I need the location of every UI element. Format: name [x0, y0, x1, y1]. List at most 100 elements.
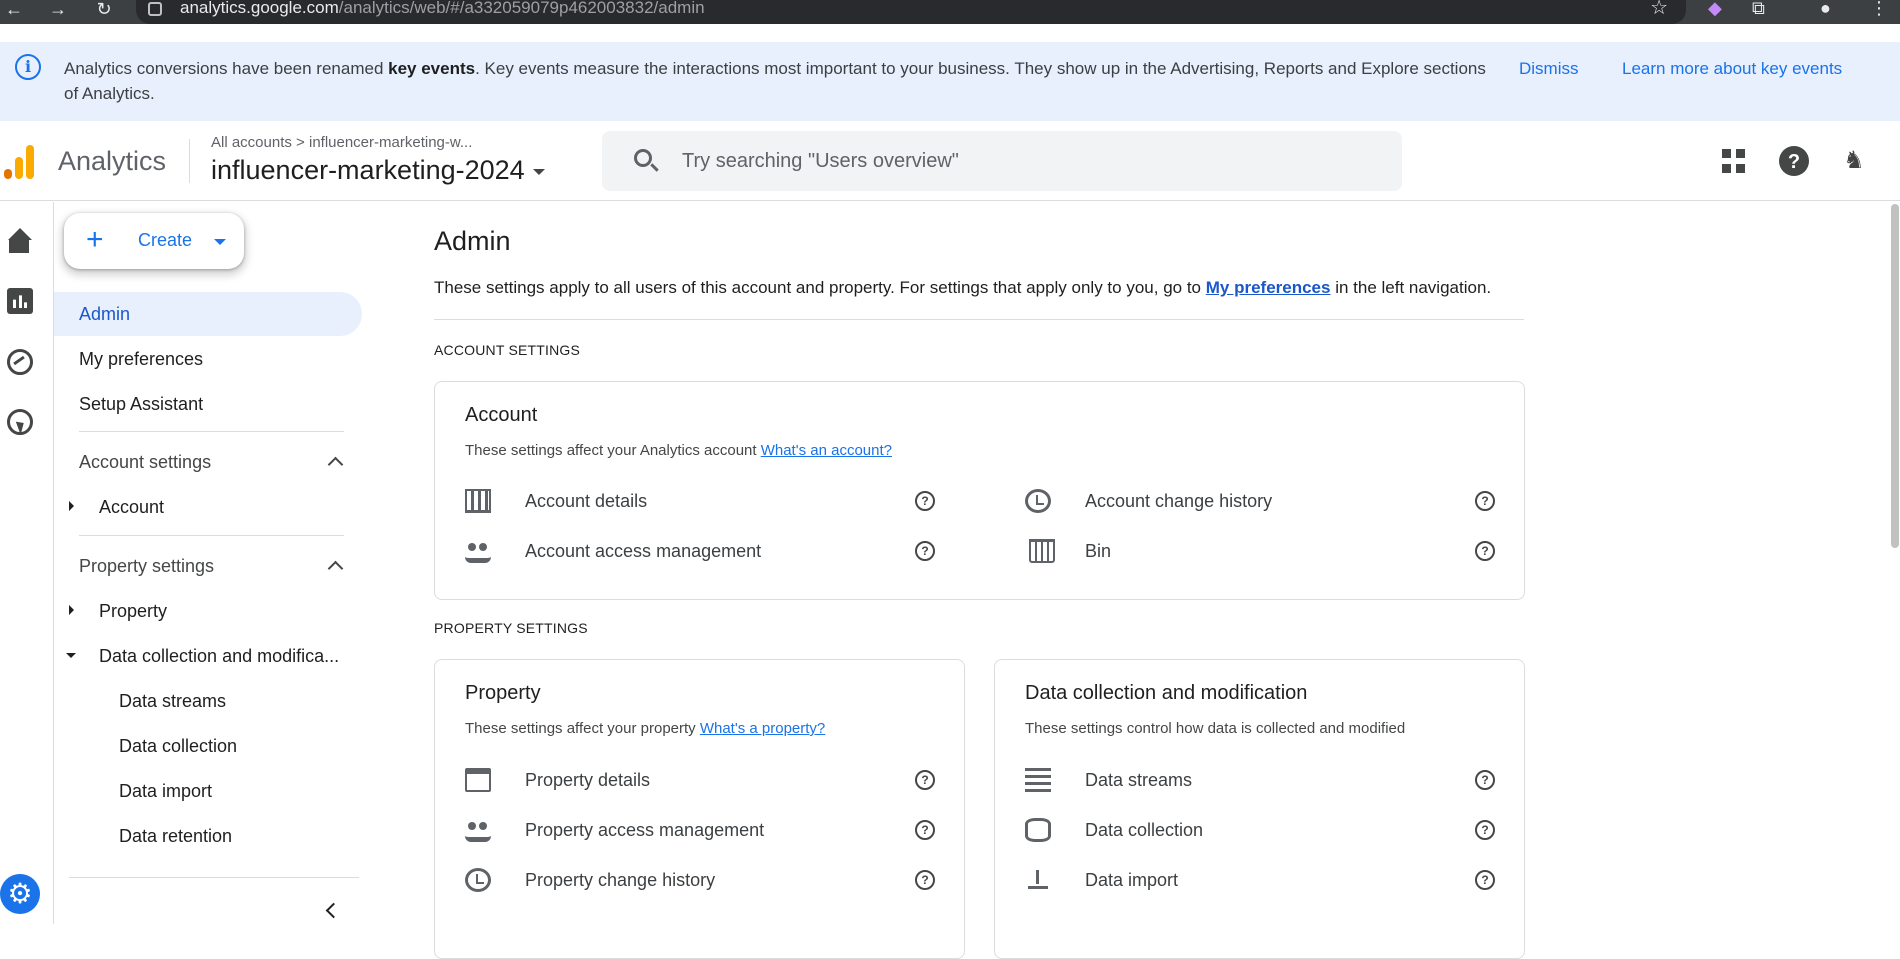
- account-history-row[interactable]: Account change history ?: [1025, 481, 1495, 521]
- search-icon: [634, 149, 652, 167]
- address-url[interactable]: analytics.google.com/analytics/web/#/a33…: [180, 0, 705, 16]
- help-circle-icon[interactable]: ?: [915, 870, 935, 890]
- property-selector[interactable]: influencer-marketing-2024: [211, 155, 545, 186]
- help-circle-icon[interactable]: ?: [915, 491, 935, 511]
- breadcrumb-account[interactable]: influencer-marketing-w...: [309, 134, 472, 151]
- scrollbar-thumb[interactable]: [1891, 204, 1899, 548]
- breadcrumb-root[interactable]: All accounts: [211, 134, 292, 151]
- collapse-arrow-icon[interactable]: [66, 653, 76, 658]
- left-rail: ⚙: [0, 202, 54, 924]
- bin-label: Bin: [1085, 541, 1112, 561]
- whats-an-account-link[interactable]: What's an account?: [761, 442, 892, 459]
- chevron-up-icon[interactable]: [327, 560, 344, 577]
- account-details-row[interactable]: Account details ?: [465, 481, 935, 521]
- plus-icon: +: [86, 223, 104, 256]
- data-collection-card-title: Data collection and modification: [1025, 682, 1308, 704]
- history-icon: [1025, 489, 1051, 513]
- create-label: Create: [138, 230, 193, 250]
- create-button[interactable]: + Create: [64, 213, 244, 269]
- help-circle-icon[interactable]: ?: [1475, 820, 1495, 840]
- profile-icon[interactable]: ●: [1820, 0, 1831, 20]
- site-settings-icon[interactable]: [148, 2, 162, 16]
- account-settings-header[interactable]: Account settings: [79, 452, 211, 473]
- help-circle-icon[interactable]: ?: [1475, 870, 1495, 890]
- bin-row[interactable]: Bin ?: [1025, 531, 1495, 571]
- admin-main: Admin These settings apply to all users …: [434, 202, 1864, 959]
- sidebar-item-data-collection[interactable]: Data collection and modifica...: [99, 646, 339, 667]
- sidebar-item-setup-assistant[interactable]: Setup Assistant: [54, 382, 203, 426]
- explore-icon[interactable]: [7, 349, 33, 375]
- help-icon[interactable]: ?: [1779, 146, 1809, 176]
- home-icon[interactable]: [7, 228, 33, 254]
- bookmark-star-icon[interactable]: ☆: [1650, 0, 1668, 18]
- help-circle-icon[interactable]: ?: [915, 820, 935, 840]
- help-circle-icon[interactable]: ?: [1475, 491, 1495, 511]
- my-preferences-link[interactable]: My preferences: [1206, 278, 1331, 297]
- account-avatar[interactable]: ♞: [1838, 145, 1870, 177]
- sidebar-item-admin[interactable]: Admin: [54, 292, 362, 336]
- help-circle-icon[interactable]: ?: [915, 541, 935, 561]
- web-window-icon: [465, 768, 491, 792]
- whats-a-property-link[interactable]: What's a property?: [700, 720, 825, 737]
- collapse-nav-icon[interactable]: [325, 902, 342, 919]
- sidebar-item-my-preferences[interactable]: My preferences: [54, 337, 203, 381]
- data-collection-row[interactable]: Data collection ?: [1025, 810, 1495, 850]
- property-card-subtitle: These settings affect your property What…: [465, 720, 826, 737]
- search-input[interactable]: [682, 145, 1362, 177]
- page-scrollbar[interactable]: [1890, 202, 1900, 924]
- property-settings-header[interactable]: Property settings: [79, 556, 214, 577]
- property-details-row[interactable]: Property details ?: [465, 760, 935, 800]
- sidebar-item-data-retention[interactable]: Data retention: [119, 826, 232, 847]
- people-icon: [465, 818, 491, 842]
- key-events-banner: i Analytics conversions have been rename…: [0, 42, 1900, 121]
- account-details-label: Account details: [525, 491, 648, 511]
- chevron-down-icon: [532, 168, 545, 175]
- app-title[interactable]: Analytics: [58, 146, 166, 177]
- extension-icon[interactable]: ◆: [1708, 0, 1722, 20]
- advertising-icon[interactable]: [7, 409, 33, 435]
- account-settings-label: ACCOUNT SETTINGS: [434, 342, 581, 358]
- data-import-label: Data import: [1085, 870, 1179, 890]
- help-circle-icon[interactable]: ?: [1475, 541, 1495, 561]
- property-access-row[interactable]: Property access management ?: [465, 810, 935, 850]
- sidebar-item-property[interactable]: Property: [99, 601, 167, 622]
- sidebar-item-data-import[interactable]: Data import: [119, 781, 212, 802]
- app-header: Analytics All accounts > influencer-mark…: [0, 121, 1900, 201]
- property-history-row[interactable]: Property change history ?: [465, 860, 935, 900]
- data-collection-label: Data collection: [1085, 820, 1204, 840]
- sidebar-item-data-collection-child[interactable]: Data collection: [119, 736, 237, 757]
- forward-icon[interactable]: →: [44, 0, 72, 24]
- data-import-row[interactable]: Data import ?: [1025, 860, 1495, 900]
- reports-icon[interactable]: [7, 288, 33, 314]
- analytics-logo-icon[interactable]: [2, 143, 38, 179]
- help-circle-icon[interactable]: ?: [915, 770, 935, 790]
- account-access-row[interactable]: Account access management ?: [465, 531, 935, 571]
- data-collection-card-subtitle: These settings control how data is colle…: [1025, 720, 1406, 737]
- sidebar-item-data-streams[interactable]: Data streams: [119, 691, 226, 712]
- apps-grid-icon[interactable]: [1718, 145, 1750, 177]
- admin-gear-icon[interactable]: ⚙: [0, 874, 40, 914]
- account-card-subtitle: These settings affect your Analytics acc…: [465, 442, 892, 459]
- extensions-puzzle-icon[interactable]: ⧉: [1752, 0, 1765, 20]
- back-icon[interactable]: ←: [0, 0, 28, 24]
- chevron-down-icon[interactable]: [214, 239, 226, 245]
- data-streams-row[interactable]: Data streams ?: [1025, 760, 1495, 800]
- property-card-title: Property: [465, 682, 541, 704]
- reload-icon[interactable]: ↻: [90, 0, 118, 24]
- upload-icon: [1025, 868, 1051, 892]
- chevron-up-icon[interactable]: [327, 456, 344, 473]
- property-card: Property These settings affect your prop…: [434, 659, 965, 959]
- breadcrumb-separator-icon: >: [296, 134, 305, 151]
- expand-arrow-icon[interactable]: [69, 605, 74, 615]
- expand-arrow-icon[interactable]: [69, 501, 74, 511]
- learn-more-link[interactable]: Learn more about key events: [1622, 56, 1842, 81]
- search-bar[interactable]: [602, 131, 1402, 191]
- help-circle-icon[interactable]: ?: [1475, 770, 1495, 790]
- browser-menu-icon[interactable]: ⋮: [1870, 0, 1888, 20]
- page-title: Admin: [434, 226, 511, 256]
- breadcrumb[interactable]: All accounts > influencer-marketing-w...: [211, 134, 472, 151]
- address-bar[interactable]: analytics.google.com/analytics/web/#/a33…: [136, 0, 1686, 24]
- sidebar-item-account[interactable]: Account: [99, 497, 164, 518]
- banner-message: Analytics conversions have been renamed …: [64, 59, 1486, 103]
- dismiss-button[interactable]: Dismiss: [1519, 56, 1579, 81]
